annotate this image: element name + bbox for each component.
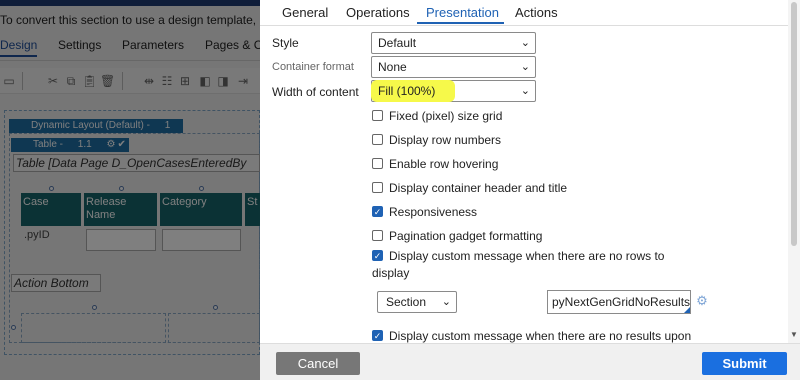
- gear-icon[interactable]: ⚙: [695, 294, 709, 308]
- message-source-select[interactable]: Section ⌄: [377, 291, 457, 313]
- checkbox-label: Display container header and title: [389, 181, 568, 195]
- fixed-size-grid-checkbox[interactable]: [372, 110, 383, 121]
- checkbox-label: Display custom message when there are no…: [389, 329, 692, 343]
- container-format-select[interactable]: None ⌄: [371, 56, 536, 78]
- style-select-value: Default: [378, 36, 417, 50]
- no-results-message-checkbox[interactable]: ✓: [372, 330, 383, 341]
- checkbox-label: Display row numbers: [389, 133, 502, 147]
- display-container-header-checkbox[interactable]: [372, 182, 383, 193]
- checkbox-label: Fixed (pixel) size grid: [389, 109, 503, 123]
- pagination-formatting-checkbox[interactable]: [372, 230, 383, 241]
- tab-general[interactable]: General: [282, 5, 328, 20]
- tab-presentation[interactable]: Presentation: [426, 5, 499, 20]
- width-of-content-value: Fill (100%): [378, 84, 436, 98]
- tab-operations[interactable]: Operations: [346, 5, 410, 20]
- container-format-value: None: [378, 60, 407, 74]
- dialog-footer: Cancel Submit: [260, 343, 800, 380]
- chevron-down-icon: ⌄: [520, 61, 530, 73]
- active-tab-indicator: [417, 22, 504, 24]
- chevron-down-icon: ⌄: [441, 296, 451, 308]
- display-row-numbers-checkbox[interactable]: [372, 134, 383, 145]
- checkbox-label: Enable row hovering: [389, 157, 499, 171]
- responsiveness-checkbox[interactable]: ✓: [372, 206, 383, 217]
- message-section-input[interactable]: pyNextGenGridNoResultsM: [547, 290, 691, 314]
- scrollbar-thumb[interactable]: [791, 2, 797, 246]
- submit-button[interactable]: Submit: [702, 352, 787, 375]
- container-format-label: Container format: [272, 61, 354, 73]
- cancel-button[interactable]: Cancel: [276, 352, 360, 375]
- dialog-tabs: General Operations Presentation Actions: [260, 0, 800, 26]
- message-source-value: Section: [386, 295, 427, 309]
- enable-row-hovering-checkbox[interactable]: [372, 158, 383, 169]
- checkbox-label: Responsiveness: [389, 205, 478, 219]
- style-label: Style: [272, 36, 299, 50]
- width-of-content-label: Width of content: [272, 85, 359, 99]
- checkbox-label: Display custom message when there are no…: [389, 249, 665, 263]
- autocomplete-indicator-icon: [684, 307, 690, 313]
- scroll-down-arrow-icon[interactable]: ▼: [789, 330, 799, 340]
- no-rows-message-checkbox[interactable]: ✓: [372, 250, 383, 261]
- checkbox-label-continued: display: [372, 266, 410, 280]
- style-select[interactable]: Default ⌄: [371, 32, 536, 54]
- width-of-content-select[interactable]: Fill (100%) ⌄: [371, 80, 536, 102]
- chevron-down-icon: ⌄: [520, 37, 530, 49]
- chevron-down-icon: ⌄: [520, 85, 530, 97]
- tab-actions[interactable]: Actions: [515, 5, 558, 20]
- table-properties-dialog: General Operations Presentation Actions …: [260, 0, 800, 380]
- message-section-value: pyNextGenGridNoResultsM: [552, 295, 691, 309]
- dialog-scrollbar[interactable]: ▼: [788, 0, 800, 343]
- checkbox-label: Pagination gadget formatting: [389, 229, 543, 243]
